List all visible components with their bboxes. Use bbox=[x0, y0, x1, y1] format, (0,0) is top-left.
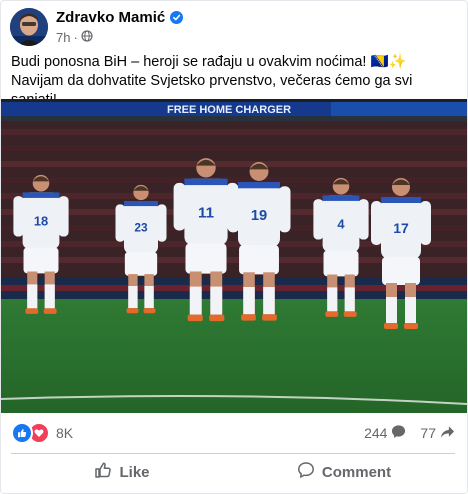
actions-divider bbox=[11, 453, 455, 454]
comment-label: Comment bbox=[321, 463, 392, 481]
like-label: Like bbox=[119, 463, 150, 481]
author-name[interactable]: Zdravko Mamić bbox=[56, 9, 165, 27]
thumbs-up-icon bbox=[94, 461, 112, 483]
share-count[interactable]: 77 bbox=[420, 425, 455, 442]
shirt-number: 18 bbox=[34, 214, 48, 229]
shirt-number: 4 bbox=[337, 217, 345, 232]
like-icon bbox=[11, 422, 33, 444]
separator-dot: · bbox=[73, 29, 78, 45]
post-time[interactable]: 7h bbox=[56, 29, 70, 46]
comment-count[interactable]: 244 bbox=[364, 424, 406, 442]
stadium-banner: FREE HOME CHARGER bbox=[167, 104, 291, 116]
shirt-number: 23 bbox=[134, 221, 148, 235]
shirt-number: 19 bbox=[251, 208, 267, 224]
comment-icon bbox=[297, 461, 315, 483]
post-photo[interactable]: FREE HOME CHARGER 18 23 11 19 4 17 bbox=[1, 99, 467, 413]
share-count-value: 77 bbox=[420, 425, 436, 441]
post-header: Zdravko Mamić 7h · bbox=[10, 7, 184, 47]
reaction-count[interactable]: 8K bbox=[56, 425, 73, 441]
reactions-bar: 8K 244 77 bbox=[11, 421, 455, 445]
comment-bubble-icon bbox=[391, 424, 406, 442]
shirt-number: 11 bbox=[198, 204, 214, 221]
comment-button[interactable]: Comment bbox=[233, 457, 455, 487]
avatar[interactable] bbox=[10, 8, 48, 46]
comment-count-value: 244 bbox=[364, 425, 388, 441]
like-button[interactable]: Like bbox=[11, 457, 233, 487]
reaction-icons[interactable] bbox=[11, 422, 50, 444]
shirt-number: 17 bbox=[393, 220, 409, 236]
verified-badge-icon bbox=[170, 11, 184, 24]
globe-icon bbox=[81, 29, 93, 46]
post-actions: Like Comment bbox=[11, 457, 455, 487]
share-arrow-icon bbox=[440, 425, 455, 442]
post-card: Zdravko Mamić 7h · Budi ponosna BiH – he… bbox=[0, 0, 468, 494]
